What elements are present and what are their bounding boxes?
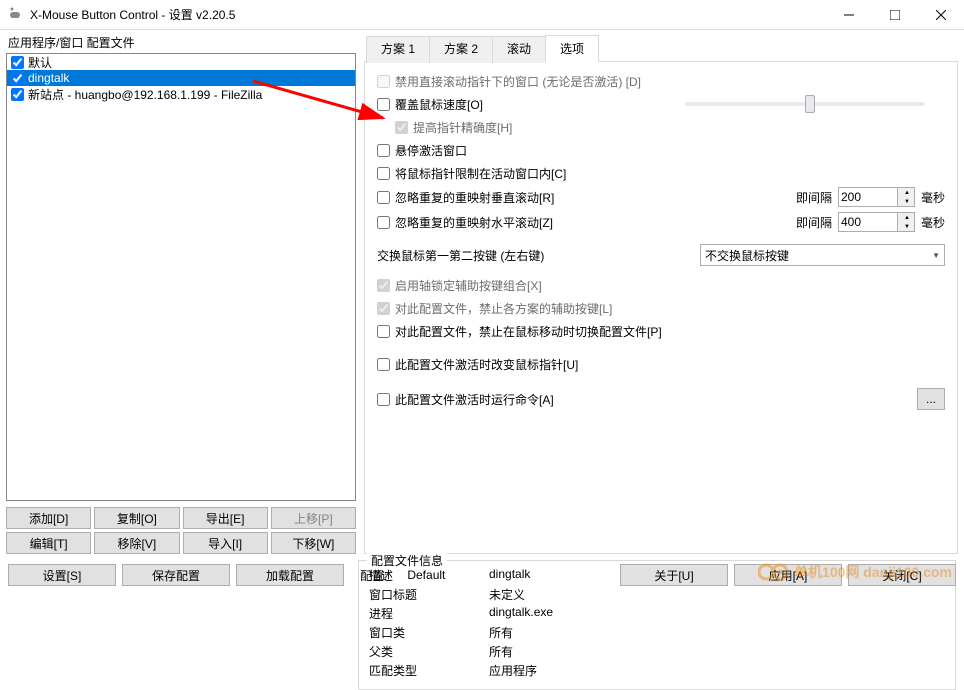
tab-options[interactable]: 选项 (545, 35, 599, 62)
close-icon (936, 10, 946, 20)
spin-up[interactable]: ▲ (898, 188, 914, 197)
save-config-button[interactable]: 保存配置 (122, 564, 230, 586)
profile-checkbox[interactable] (11, 88, 24, 101)
chevron-down-icon: ▼ (932, 251, 940, 260)
swap-buttons-combo[interactable]: 不交换鼠标按键 ▼ (700, 244, 945, 266)
tab-scheme1[interactable]: 方案 1 (366, 36, 430, 63)
disable-switch-checkbox[interactable] (377, 325, 390, 338)
browse-button[interactable]: ... (917, 388, 945, 410)
load-config-button[interactable]: 加载配置 (236, 564, 344, 586)
override-speed-checkbox[interactable] (377, 98, 390, 111)
import-button[interactable]: 导入[I] (183, 532, 268, 554)
profiles-label: 应用程序/窗口 配置文件 (6, 34, 356, 51)
disable-scroll-checkbox (377, 75, 390, 88)
app-icon (8, 7, 24, 23)
axis-lock-checkbox (377, 279, 390, 292)
about-button[interactable]: 关于[U] (620, 564, 728, 586)
list-item[interactable]: 默认 (7, 54, 355, 70)
profile-checkbox[interactable] (11, 56, 24, 69)
spin-down[interactable]: ▼ (898, 222, 914, 231)
minimize-button[interactable] (826, 0, 872, 30)
settings-button[interactable]: 设置[S] (8, 564, 116, 586)
copy-button[interactable]: 复制[O] (94, 507, 179, 529)
spin-up[interactable]: ▲ (898, 213, 914, 222)
list-item[interactable]: 新站点 - huangbo@192.168.1.199 - FileZilla (7, 86, 355, 102)
enhance-precision-checkbox (395, 121, 408, 134)
export-button[interactable]: 导出[E] (183, 507, 268, 529)
vertical-interval-input[interactable] (838, 187, 898, 207)
lock-cursor-checkbox[interactable] (377, 167, 390, 180)
horizontal-interval-input[interactable] (838, 212, 898, 232)
disable-accel-checkbox (377, 302, 390, 315)
moveup-button: 上移[P] (271, 507, 356, 529)
maximize-button[interactable] (872, 0, 918, 30)
add-button[interactable]: 添加[D] (6, 507, 91, 529)
minimize-icon (844, 10, 854, 20)
remove-button[interactable]: 移除[V] (94, 532, 179, 554)
window-title: X-Mouse Button Control - 设置 v2.20.5 (30, 6, 826, 23)
spin-down[interactable]: ▼ (898, 197, 914, 206)
profile-checkbox[interactable] (11, 72, 24, 85)
close-button[interactable] (918, 0, 964, 30)
maximize-icon (890, 10, 900, 20)
ignore-vertical-checkbox[interactable] (377, 191, 390, 204)
tab-scrolling[interactable]: 滚动 (492, 36, 546, 63)
speed-slider[interactable] (685, 102, 925, 106)
profiles-listbox[interactable]: 默认 dingtalk 新站点 - huangbo@192.168.1.199 … (6, 53, 356, 501)
edit-button[interactable]: 编辑[T] (6, 532, 91, 554)
close-dialog-button[interactable]: 关闭[C] (848, 564, 956, 586)
hover-activate-checkbox[interactable] (377, 144, 390, 157)
list-item[interactable]: dingtalk (7, 70, 355, 86)
change-cursor-checkbox[interactable] (377, 358, 390, 371)
movedown-button[interactable]: 下移[W] (271, 532, 356, 554)
slider-thumb[interactable] (805, 95, 815, 113)
ignore-horizontal-checkbox[interactable] (377, 216, 390, 229)
apply-button[interactable]: 应用[A] (734, 564, 842, 586)
run-command-checkbox[interactable] (377, 393, 390, 406)
tab-scheme2[interactable]: 方案 2 (429, 36, 493, 63)
